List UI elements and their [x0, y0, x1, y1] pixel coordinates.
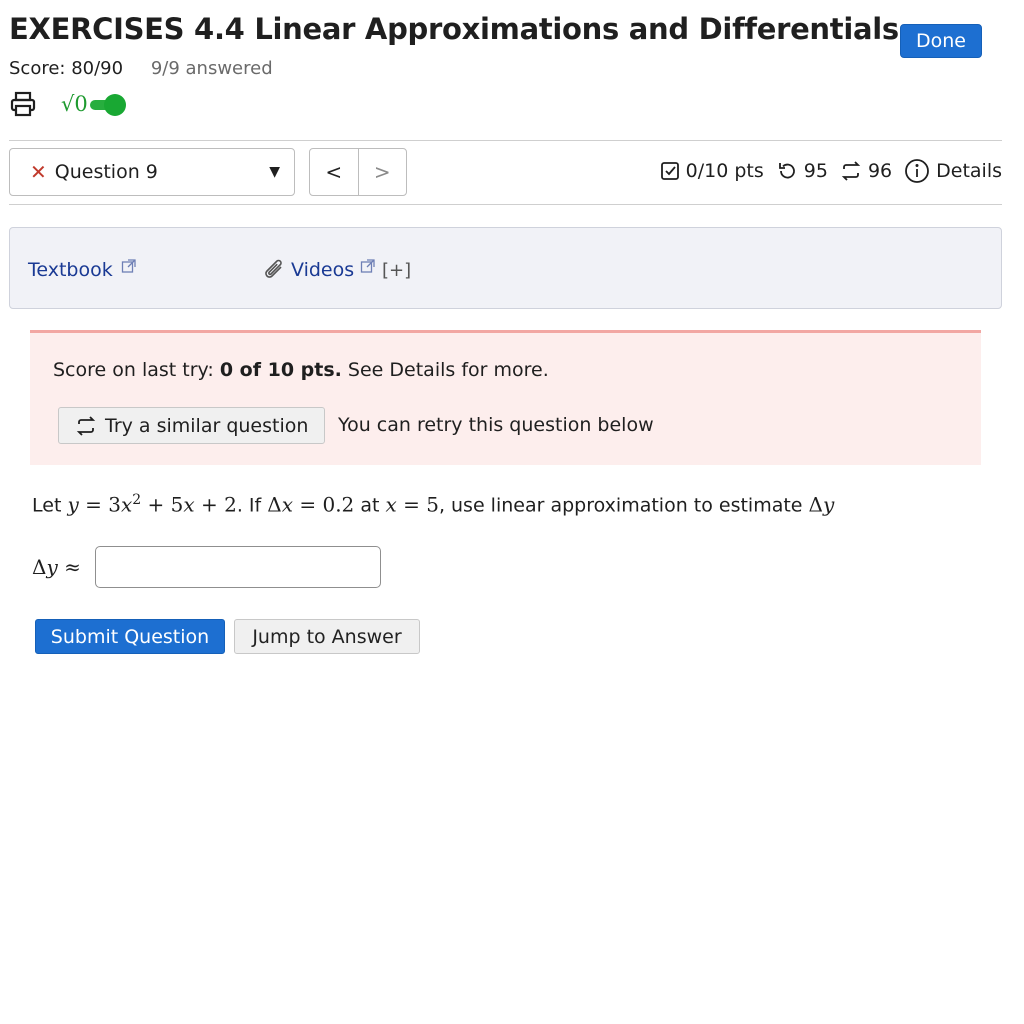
incorrect-icon: ✕ — [30, 160, 47, 184]
q-math: + 5 — [141, 492, 184, 517]
q-math: Δ — [808, 492, 823, 517]
a-math: y — [46, 555, 58, 579]
q-math: y — [823, 492, 835, 517]
textbook-link[interactable]: Textbook — [28, 258, 137, 281]
q-math: 2 — [132, 492, 142, 508]
toggle-knob — [103, 94, 126, 116]
next-question-button[interactable]: > — [359, 149, 407, 195]
retries-count: 95 — [803, 160, 828, 182]
chevron-down-icon: ▼ — [269, 164, 280, 180]
paperclip-icon — [265, 259, 282, 278]
external-link-icon — [360, 259, 375, 273]
last-try-message: Score on last try: 0 of 10 pts. See Deta… — [53, 359, 549, 381]
retry-text: You can retry this question below — [338, 414, 654, 436]
done-button[interactable]: Done — [900, 24, 982, 58]
info-icon — [905, 159, 930, 183]
undo-icon — [778, 163, 795, 179]
q-text: at — [354, 494, 386, 517]
a-math: ≈ — [57, 555, 81, 579]
similar-count: 96 — [867, 160, 893, 182]
q-math: x — [281, 492, 293, 517]
last-try-suffix: See Details for more. — [341, 359, 549, 381]
question-pager: < > — [309, 148, 407, 196]
tool-bar: √0 — [9, 90, 130, 118]
details-label: Details — [936, 160, 1002, 182]
q-text: , use linear approximation to estimate — [438, 494, 809, 517]
question-select-label: Question 9 — [54, 161, 158, 183]
retries-info: 95 — [776, 160, 828, 182]
page-title: EXERCISES 4.4 Linear Approximations and … — [9, 12, 899, 46]
a-math: Δ — [32, 555, 47, 579]
similar-info: 96 — [840, 160, 892, 182]
previous-question-button[interactable]: < — [310, 149, 359, 195]
q-math: x — [385, 492, 397, 517]
q-math: + 2 — [194, 492, 237, 517]
q-math: Δ — [267, 492, 282, 517]
checkbox-icon — [660, 162, 679, 180]
expand-resources-button[interactable]: [+] — [382, 260, 411, 281]
math-entry-icon: √0 — [61, 92, 88, 116]
print-icon[interactable] — [9, 90, 37, 118]
math-entry-toggle[interactable] — [89, 94, 130, 116]
last-try-prefix: Score on last try: — [53, 359, 220, 381]
q-math: = 0.2 — [293, 492, 355, 517]
q-text: Let — [32, 494, 68, 517]
resources-panel: Textbook Videos [+] — [9, 227, 1002, 309]
details-button[interactable]: Details — [904, 158, 1002, 184]
repeat-icon — [841, 161, 861, 181]
answer-row: Δy ≈ — [32, 546, 381, 588]
q-text: . If — [236, 494, 268, 517]
try-similar-question-button[interactable]: Try a similar question — [58, 407, 326, 444]
q-math: y — [67, 492, 79, 517]
external-link-icon — [121, 259, 136, 273]
last-try-score: 0 of 10 pts. — [219, 359, 342, 381]
divider — [9, 140, 1002, 141]
jump-to-answer-button[interactable]: Jump to Answer — [234, 619, 420, 654]
videos-link[interactable]: Videos — [291, 258, 376, 281]
videos-label: Videos — [291, 259, 355, 281]
question-text: Let y = 3x2 + 5x + 2. If Δx = 0.2 at x =… — [32, 492, 834, 516]
q-math: x — [120, 492, 133, 517]
question-meta: 0/10 pts 95 96 Details — [648, 158, 1002, 184]
points-text: 0/10 pts — [685, 160, 764, 182]
q-math: = 5 — [396, 492, 439, 517]
last-try-alert: Score on last try: 0 of 10 pts. See Deta… — [30, 330, 981, 465]
question-select[interactable]: ✕ Question 9 ▼ — [9, 148, 295, 196]
answer-input[interactable] — [94, 546, 381, 588]
textbook-label: Textbook — [28, 259, 113, 281]
points-info: 0/10 pts — [660, 160, 764, 182]
score-summary: Score: 80/90 9/9 answered — [9, 58, 273, 79]
try-similar-label: Try a similar question — [105, 414, 309, 437]
divider — [9, 204, 1002, 205]
repeat-icon — [76, 415, 96, 436]
answer-label: Δy ≈ — [32, 555, 81, 579]
q-math: x — [183, 492, 195, 517]
answered-count: 9/9 answered — [150, 58, 273, 79]
score-text: Score: 80/90 — [9, 58, 124, 79]
q-math: = 3 — [78, 492, 121, 517]
submit-question-button[interactable]: Submit Question — [35, 619, 225, 654]
